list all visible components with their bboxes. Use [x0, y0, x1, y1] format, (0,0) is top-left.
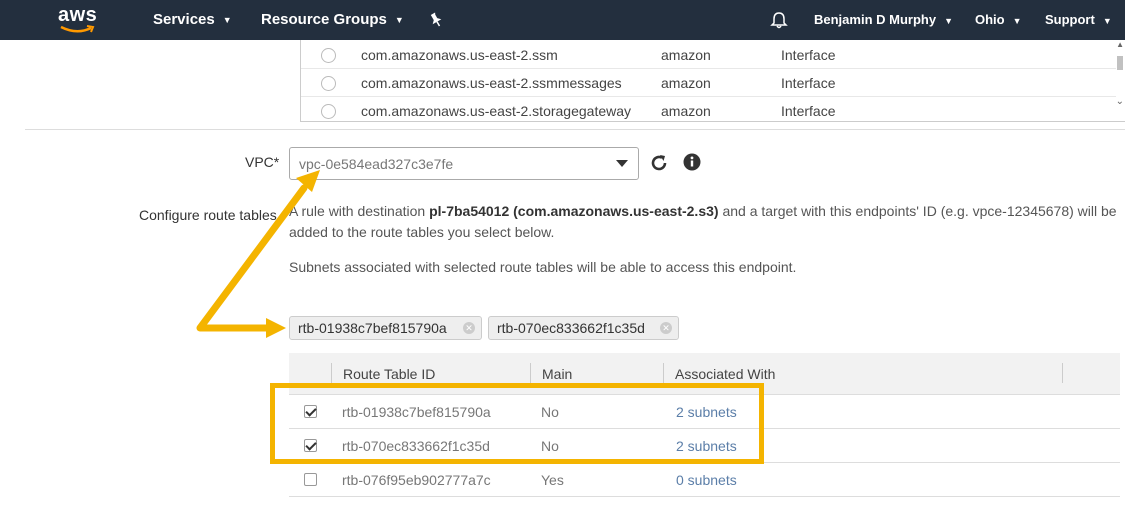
tag-label: rtb-070ec833662f1c35d — [497, 320, 645, 336]
tag-label: rtb-01938c7bef815790a — [298, 320, 447, 336]
chevron-down-icon: ▼ — [1012, 15, 1022, 26]
column-header-route-table-id[interactable]: Route Table ID — [343, 366, 435, 382]
route-tables-label: Configure route tables — [139, 207, 277, 223]
service-name: com.amazonaws.us-east-2.ssm — [361, 47, 558, 63]
chevron-down-icon: ▼ — [1102, 15, 1112, 26]
top-nav-bar: aws Services ▼ Resource Groups ▼ Benjamin … — [0, 0, 1125, 40]
list-item[interactable]: com.amazonaws.us-east-2.ssm amazon Inter… — [301, 42, 1116, 69]
list-scrollbar[interactable]: ▲ ⌄ — [1115, 40, 1125, 121]
column-divider — [530, 363, 531, 383]
chevron-down-icon: ▼ — [222, 15, 232, 26]
service-type: Interface — [781, 47, 836, 63]
service-type: Interface — [781, 75, 836, 91]
aws-logo[interactable]: aws — [58, 5, 98, 35]
scroll-up-icon[interactable]: ▲ — [1116, 40, 1124, 49]
column-divider — [663, 363, 664, 383]
list-item[interactable]: com.amazonaws.us-east-2.ssmmessages amaz… — [301, 70, 1116, 97]
selected-route-table-tag[interactable]: rtb-01938c7bef815790a ✕ — [289, 316, 482, 340]
services-label: Services — [153, 11, 215, 28]
column-header-associated-with[interactable]: Associated With — [675, 366, 775, 382]
service-type: Interface — [781, 103, 836, 119]
service-owner: amazon — [661, 103, 711, 119]
route-tables-note: Subnets associated with selected route t… — [289, 259, 797, 275]
user-menu[interactable]: Benjamin D Murphy ▼ — [814, 0, 953, 40]
service-name: com.amazonaws.us-east-2.storagegateway — [361, 103, 632, 119]
column-header-main[interactable]: Main — [542, 366, 572, 382]
vpc-label: VPC* — [245, 154, 280, 170]
support-label: Support — [1045, 12, 1095, 27]
service-owner: amazon — [661, 75, 711, 91]
route-tables-description: A rule with destination pl-7ba54012 (com… — [289, 201, 1119, 243]
resource-groups-menu[interactable]: Resource Groups ▼ — [261, 0, 404, 40]
vpc-select[interactable]: vpc-0e584ead327c3e7fe — [289, 147, 639, 180]
service-list[interactable]: com.amazonaws.us-east-2.ssm amazon Inter… — [300, 40, 1125, 122]
refresh-icon[interactable] — [649, 153, 669, 173]
bell-icon[interactable] — [770, 11, 788, 29]
support-menu[interactable]: Support ▼ — [1045, 0, 1112, 40]
prefix-list-id: pl-7ba54012 (com.amazonaws.us-east-2.s3) — [429, 203, 719, 219]
region-label: Ohio — [975, 12, 1005, 27]
list-item[interactable]: com.amazonaws.us-east-2.storagegateway a… — [301, 98, 1116, 121]
remove-tag-icon[interactable]: ✕ — [660, 322, 672, 334]
remove-tag-icon[interactable]: ✕ — [463, 322, 475, 334]
region-menu[interactable]: Ohio ▼ — [975, 0, 1022, 40]
chevron-down-icon: ▼ — [944, 15, 953, 26]
resource-groups-label: Resource Groups — [261, 11, 387, 28]
table-row[interactable]: rtb-076f95eb902777a7c Yes 0 subnets — [289, 463, 1120, 497]
pin-icon[interactable] — [428, 12, 444, 28]
radio-button[interactable] — [321, 76, 336, 91]
service-name: com.amazonaws.us-east-2.ssmmessages — [361, 75, 622, 91]
info-icon[interactable] — [683, 153, 701, 171]
scroll-down-icon[interactable]: ⌄ — [1116, 96, 1124, 107]
dropdown-arrow-icon — [616, 160, 628, 167]
route-table-id: rtb-076f95eb902777a7c — [342, 472, 491, 488]
scrollbar-thumb[interactable] — [1117, 56, 1123, 70]
annotation-highlight-box — [270, 383, 764, 464]
vpc-select-value: vpc-0e584ead327c3e7fe — [299, 156, 454, 172]
service-owner: amazon — [661, 47, 711, 63]
desc-prefix: A rule with destination — [289, 203, 430, 219]
route-table-main: Yes — [541, 472, 564, 488]
associated-subnets-link[interactable]: 0 subnets — [676, 472, 737, 488]
radio-button[interactable] — [321, 104, 336, 119]
aws-logo-text: aws — [58, 4, 98, 26]
aws-smile-icon — [60, 25, 95, 33]
column-divider — [331, 363, 332, 383]
column-divider — [1062, 363, 1063, 383]
chevron-down-icon: ▼ — [394, 15, 404, 26]
radio-button[interactable] — [321, 48, 336, 63]
section-divider — [25, 129, 1125, 130]
row-checkbox[interactable] — [304, 473, 317, 486]
user-label: Benjamin D Murphy — [814, 12, 937, 27]
services-menu[interactable]: Services ▼ — [153, 0, 232, 40]
selected-route-table-tag[interactable]: rtb-070ec833662f1c35d ✕ — [488, 316, 679, 340]
